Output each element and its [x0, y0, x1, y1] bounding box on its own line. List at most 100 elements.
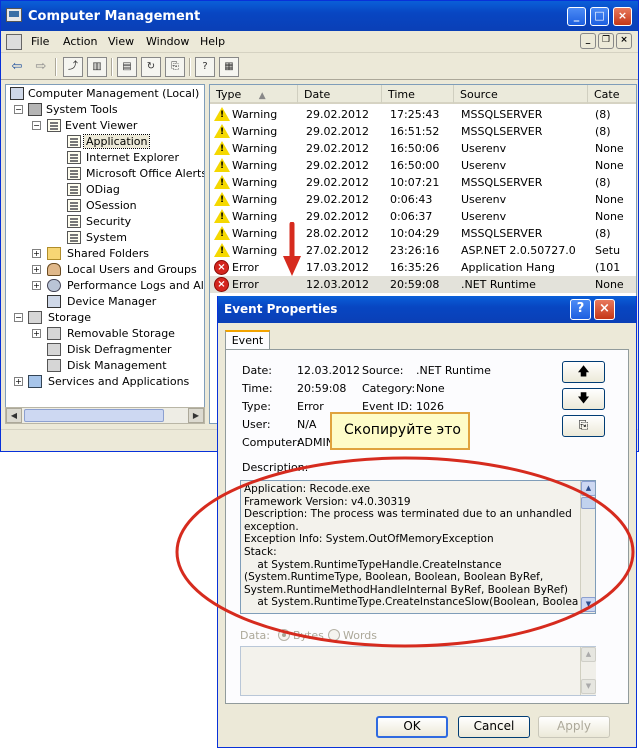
menu-action[interactable]: Action [63, 35, 97, 48]
event-date: 29.02.2012 [306, 193, 369, 206]
data-scrollbar[interactable]: ▲ ▼ [580, 647, 596, 695]
scroll-down-icon[interactable]: ▼ [581, 679, 596, 694]
column-header-source[interactable]: Source [454, 85, 588, 104]
show-hide-tree-icon[interactable]: ▥ [87, 57, 107, 77]
tree-item-label: Disk Defragmenter [67, 343, 172, 356]
event-date: 27.02.2012 [306, 244, 369, 257]
table-row[interactable]: × Error 17.03.2012 16:35:26 Application Hang… [210, 259, 636, 276]
tree-item-label: Security [86, 215, 132, 228]
up-folder-icon[interactable]: ⤴ [63, 57, 83, 77]
scroll-right-icon[interactable]: ▶ [188, 408, 204, 423]
event-type: Warning [232, 125, 278, 138]
event-type: Warning [232, 176, 278, 189]
menu-file[interactable]: File [31, 35, 49, 48]
help-button[interactable]: ? [570, 299, 591, 320]
table-row[interactable]: Warning 27.02.2012 23:26:16 ASP.NET 2.0.507… [210, 242, 636, 259]
tree-item-label: System [86, 231, 128, 244]
computer-management-icon [6, 8, 22, 22]
error-icon: × [214, 260, 229, 275]
event-viewer-icon [47, 119, 61, 132]
tree-horizontal-scrollbar[interactable]: ◀ ▶ [5, 407, 205, 424]
tree-item-label: Performance Logs and Alerts [67, 279, 204, 292]
event-date: 12.03.2012 [306, 278, 369, 291]
table-row[interactable]: Warning 29.02.2012 16:50:00 Userenv None [210, 157, 636, 174]
dialog-titlebar[interactable]: Event Properties ? × [218, 296, 636, 323]
cancel-button[interactable]: Cancel [458, 716, 530, 738]
tree-item-label: Event Viewer [65, 119, 138, 132]
event-time: 16:50:00 [390, 159, 440, 172]
event-date: 29.02.2012 [306, 159, 369, 172]
toolbar-separator [189, 58, 191, 76]
tab-event[interactable]: Event [225, 330, 270, 350]
column-header-time[interactable]: Time [382, 85, 454, 104]
event-source: MSSQLSERVER [461, 227, 543, 240]
expand-icon[interactable]: + [32, 249, 41, 258]
data-textbox[interactable]: ▲ ▼ [240, 646, 596, 696]
table-row[interactable]: Warning 29.02.2012 0:06:37 Userenv None [210, 208, 636, 225]
expand-icon[interactable]: + [14, 377, 23, 386]
event-time: 0:06:37 [390, 210, 433, 223]
menu-window[interactable]: Window [146, 35, 189, 48]
table-row[interactable]: Warning 28.02.2012 10:04:29 MSSQLSERVER (8) [210, 225, 636, 242]
computer-icon [10, 87, 24, 100]
menu-help[interactable]: Help [200, 35, 225, 48]
maximize-button[interactable]: □ [590, 7, 609, 26]
expand-icon[interactable]: + [32, 281, 41, 290]
warning-icon [214, 243, 230, 257]
ok-button[interactable]: OK [376, 716, 448, 738]
performance-icon [47, 279, 61, 292]
tree-item-label: Application [82, 134, 151, 149]
event-type: Warning [232, 244, 278, 257]
tree-item-label: Local Users and Groups [67, 263, 197, 276]
child-minimize-button[interactable]: _ [580, 33, 596, 49]
child-restore-button[interactable]: ❐ [598, 33, 614, 49]
event-source: MSSQLSERVER [461, 125, 543, 138]
child-close-button[interactable]: × [616, 33, 632, 49]
forward-arrow-icon[interactable]: ⇨ [31, 57, 51, 77]
scroll-left-icon[interactable]: ◀ [6, 408, 22, 423]
next-event-button[interactable]: 🡇 [562, 388, 605, 410]
expand-icon[interactable]: + [32, 329, 41, 338]
column-header-category[interactable]: Cate [588, 85, 636, 104]
column-header-type[interactable]: Type ▲ [210, 85, 298, 104]
apply-button[interactable]: Apply [538, 716, 610, 738]
source-label: Source: [362, 364, 404, 377]
main-titlebar[interactable]: Computer Management _ □ × [1, 1, 638, 31]
refresh-icon[interactable]: ↻ [141, 57, 161, 77]
event-type: Warning [232, 108, 278, 121]
toolbar-separator [55, 58, 57, 76]
menu-view[interactable]: View [108, 35, 134, 48]
time-value: 20:59:08 [297, 382, 347, 395]
table-row[interactable]: Warning 29.02.2012 0:06:43 Userenv None [210, 191, 636, 208]
event-category: None [595, 193, 624, 206]
minimize-button[interactable]: _ [567, 7, 586, 26]
table-row[interactable]: Warning 29.02.2012 16:50:06 Userenv None [210, 140, 636, 157]
collapse-icon[interactable]: − [14, 105, 23, 114]
column-header-date[interactable]: Date [298, 85, 382, 104]
collapse-icon[interactable]: − [32, 121, 41, 130]
event-type: Warning [232, 227, 278, 240]
help-icon[interactable]: ? [195, 57, 215, 77]
copy-button[interactable]: ⎘ [562, 415, 605, 437]
table-row[interactable]: Warning 29.02.2012 16:51:52 MSSQLSERVER (8) [210, 123, 636, 140]
close-button[interactable]: × [613, 7, 632, 26]
previous-event-button[interactable]: 🡅 [562, 361, 605, 383]
console-tree[interactable]: Computer Management (Local) − System Too… [5, 84, 205, 424]
expand-icon[interactable]: + [32, 265, 41, 274]
table-row[interactable]: × Error 12.03.2012 20:59:08 .NET Runtime None [210, 276, 636, 293]
scrollbar-thumb[interactable] [24, 409, 164, 422]
tools-icon [28, 103, 42, 116]
collapse-icon[interactable]: − [14, 313, 23, 322]
dialog-close-button[interactable]: × [594, 299, 615, 320]
export-list-icon[interactable]: ⎘ [165, 57, 185, 77]
mmc-menu-icon[interactable] [6, 34, 22, 50]
back-arrow-icon[interactable]: ⇦ [7, 57, 27, 77]
date-label: Date: [242, 364, 272, 377]
event-source: ASP.NET 2.0.50727.0 [461, 244, 576, 257]
warning-icon [214, 107, 230, 121]
table-row[interactable]: Warning 29.02.2012 10:07:21 MSSQLSERVER (8) [210, 174, 636, 191]
table-row[interactable]: Warning 29.02.2012 17:25:43 MSSQLSERVER (8) [210, 106, 636, 123]
console-view-icon[interactable]: ▦ [219, 57, 239, 77]
properties-icon[interactable]: ▤ [117, 57, 137, 77]
event-type: Warning [232, 210, 278, 223]
